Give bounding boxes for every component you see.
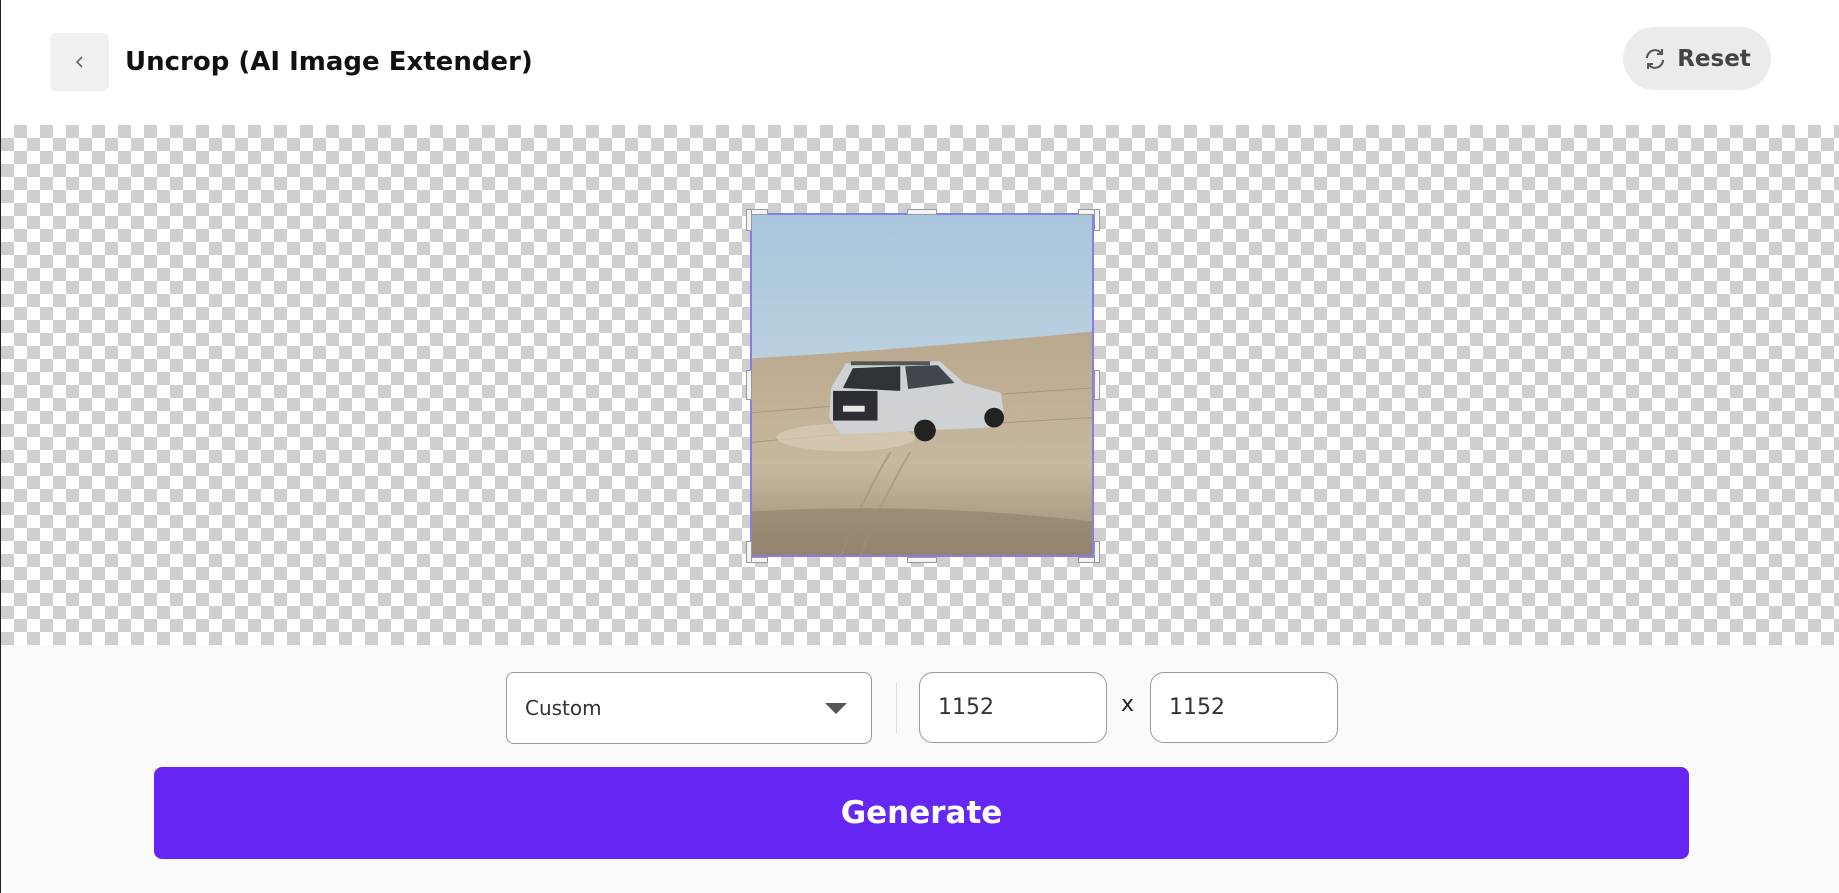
page-title: Uncrop (AI Image Extender) [125,47,533,77]
resize-handle-top-left[interactable] [746,209,752,231]
app-root: Uncrop (AI Image Extender) Reset Custom … [0,0,1839,893]
width-input[interactable] [919,672,1107,743]
refresh-icon [1646,48,1665,69]
caret-down-icon [825,703,847,714]
aspect-ratio-value: Custom [525,696,602,720]
aspect-ratio-select[interactable]: Custom [506,672,872,744]
generate-button[interactable]: Generate [154,767,1689,859]
resize-handle-top[interactable] [907,209,937,215]
height-input[interactable] [1150,672,1338,743]
resize-handle-bottom[interactable] [907,557,937,563]
chevron-left-icon [75,56,83,68]
resize-handle-right[interactable] [1094,370,1100,400]
resize-handle-bottom-left[interactable] [746,541,752,563]
resize-handle-top-right[interactable] [1094,209,1100,231]
resize-handle-left[interactable] [746,370,752,400]
divider [896,683,897,733]
header: Uncrop (AI Image Extender) Reset [1,0,1839,125]
generate-label: Generate [840,795,1003,831]
editor-canvas[interactable] [1,125,1839,645]
reset-label: Reset [1677,45,1751,72]
desert-suv-photo [752,215,1092,555]
reset-button[interactable]: Reset [1623,27,1771,90]
back-button[interactable] [50,33,109,91]
resize-handle-bottom-right[interactable] [1094,541,1100,563]
source-image[interactable] [750,213,1094,557]
dimension-separator: x [1121,692,1135,717]
controls-panel: Custom x Generate [1,645,1839,893]
